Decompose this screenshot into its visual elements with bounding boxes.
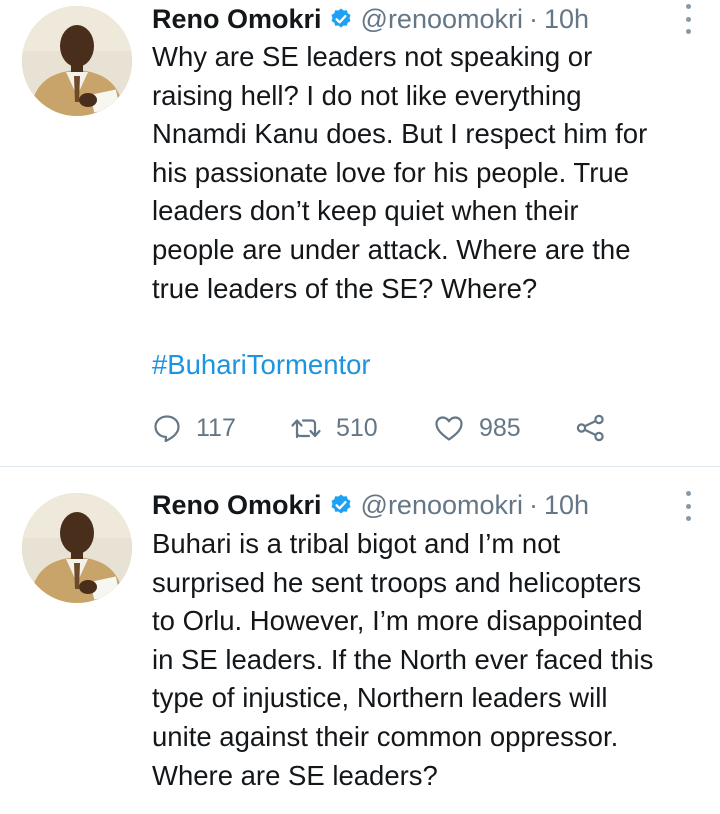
tweet-text-line: type of injustice, Northern leaders will [152, 682, 608, 714]
like-icon [433, 413, 465, 443]
verified-badge-icon [329, 7, 353, 31]
tweet-text-line: people are under attack. Where are the [152, 233, 631, 265]
tweet-text: Buhari is a tribal bigot and I’m not sur… [152, 525, 697, 795]
author-name[interactable]: Reno Omokri [152, 490, 322, 521]
author-handle[interactable]: @renoomokri [361, 4, 523, 35]
tweet-text-line: in SE leaders. If the North ever faced t… [152, 643, 654, 675]
retweet-count: 510 [336, 413, 378, 442]
tweet-text-line: leaders don’t keep quiet when their [152, 195, 579, 227]
more-options-icon[interactable] [682, 491, 694, 521]
more-options-icon[interactable] [682, 4, 694, 34]
tweet-header: Reno Omokri @renoomokri · 10h [152, 487, 700, 523]
tweet[interactable]: Reno Omokri @renoomokri · 10h Buhari is … [0, 467, 720, 814]
separator-dot: · [529, 489, 538, 520]
separator-dot: · [529, 3, 538, 34]
hashtag-link[interactable]: #BuhariTormentor [152, 349, 371, 381]
tweet-text: Why are SE leaders not speaking or raisi… [152, 38, 697, 308]
author-handle[interactable]: @renoomokri [361, 490, 523, 521]
like-button[interactable]: 985 [433, 413, 575, 443]
tweet[interactable]: Reno Omokri @renoomokri · 10h Why are SE… [0, 0, 720, 466]
avatar[interactable] [22, 493, 132, 603]
tweet-text-line: Why are SE leaders not speaking or [152, 41, 593, 72]
author-name[interactable]: Reno Omokri [152, 4, 322, 35]
tweet-text-line: true leaders of the SE? Where? [152, 272, 538, 304]
reply-count: 117 [196, 413, 236, 442]
verified-badge-icon [329, 493, 353, 517]
tweet-text-line: his passionate love for his people. True [152, 156, 629, 188]
share-icon [575, 413, 607, 443]
retweet-icon [290, 413, 322, 443]
share-button[interactable] [575, 413, 607, 443]
retweet-button[interactable]: 510 [290, 413, 433, 443]
tweet-text-line: Where are SE leaders? [152, 759, 438, 791]
like-count: 985 [479, 413, 521, 442]
reply-button[interactable]: 117 [152, 413, 290, 443]
tweet-timestamp[interactable]: 10h [544, 490, 589, 521]
tweet-text-line: Nnamdi Kanu does. But I respect him for [152, 118, 648, 150]
tweet-actions: 117 510 985 [152, 408, 607, 448]
reply-icon [152, 413, 182, 443]
tweet-text-line: unite against their common oppressor. [152, 720, 619, 752]
tweet-text-line: to Orlu. However, I’m more disappointed [152, 605, 643, 637]
tweet-text-line: raising hell? I do not like everything [152, 79, 582, 111]
avatar[interactable] [22, 6, 132, 116]
tweet-text-line: Buhari is a tribal bigot and I’m not [152, 528, 561, 559]
tweet-timestamp[interactable]: 10h [544, 4, 589, 35]
tweet-text-line: surprised he sent troops and helicopters [152, 566, 642, 598]
tweet-header: Reno Omokri @renoomokri · 10h [152, 1, 700, 37]
